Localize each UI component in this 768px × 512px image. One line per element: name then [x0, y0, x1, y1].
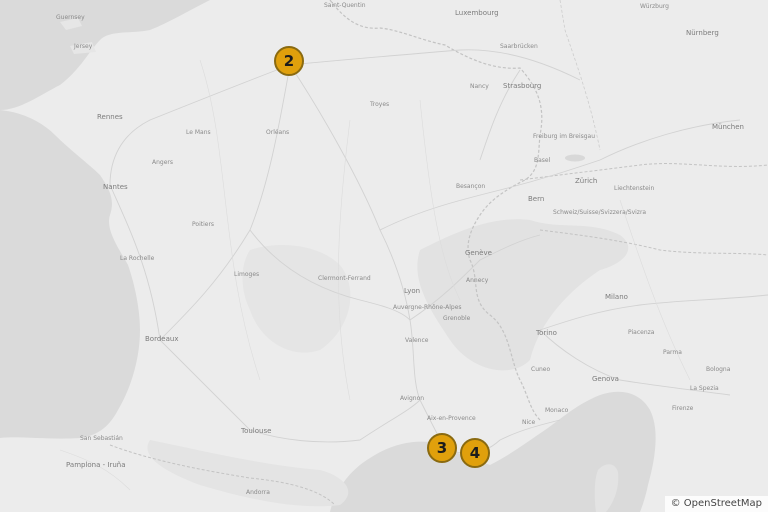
place-label: Angers — [152, 159, 173, 166]
place-label: Guernsey — [56, 14, 85, 21]
place-label: Andorra — [246, 489, 270, 496]
place-label: San Sebastián — [80, 435, 123, 442]
place-label: Saarbrücken — [500, 43, 538, 50]
place-label: Bologna — [706, 366, 731, 373]
place-label: Parma — [663, 349, 682, 356]
place-label: Nancy — [470, 83, 489, 90]
place-label: Basel — [534, 157, 551, 164]
place-label: Nantes — [103, 183, 128, 191]
place-label: Zürich — [575, 177, 598, 185]
marker-count: 4 — [469, 444, 481, 462]
place-label: Orléans — [266, 129, 290, 136]
region-label: Auvergne-Rhône-Alpes — [393, 304, 462, 311]
place-label: Firenze — [672, 405, 694, 412]
place-label: Würzburg — [640, 3, 669, 10]
place-label: Grenoble — [443, 315, 471, 322]
place-label: Strasbourg — [503, 82, 542, 90]
place-label: Troyes — [370, 101, 390, 108]
place-label: Saint-Quentin — [324, 2, 366, 9]
place-label: Clermont-Ferrand — [318, 275, 371, 282]
place-label: Lyon — [404, 287, 421, 295]
place-label: La Rochelle — [120, 255, 155, 262]
place-label: Pamplona - Iruña — [66, 461, 126, 469]
place-label: Aix-en-Provence — [427, 415, 476, 422]
place-label: Luxembourg — [455, 9, 499, 17]
place-label: Bern — [528, 195, 545, 203]
place-label: Liechtenstein — [614, 185, 655, 192]
place-label: Le Mans — [186, 129, 211, 136]
place-label: Cuneo — [531, 366, 551, 373]
marker-count: 2 — [283, 52, 295, 70]
map-attribution[interactable]: © OpenStreetMap — [664, 496, 768, 512]
map-marker-cluster[interactable]: 2 — [274, 46, 304, 76]
place-label: Schweiz/Suisse/Svizzera/Svizra — [553, 209, 647, 216]
place-label: Avignon — [400, 395, 425, 402]
place-label: Jersey — [74, 43, 93, 50]
place-label: Monaco — [545, 407, 569, 414]
map-marker-cluster[interactable]: 4 — [460, 438, 490, 468]
place-label: Nürnberg — [686, 29, 719, 37]
place-label: Milano — [605, 293, 628, 301]
place-label: Rennes — [97, 113, 123, 121]
place-label: München — [712, 123, 744, 131]
place-label: Bordeaux — [145, 335, 179, 343]
attribution-text: © OpenStreetMap — [670, 498, 762, 509]
place-label: La Spezia — [690, 385, 719, 392]
marker-count: 3 — [436, 439, 448, 457]
place-label: Genova — [592, 375, 619, 383]
place-label: Genève — [465, 249, 492, 257]
map-view[interactable]: Guernsey Jersey Rennes Nantes Le Mans An… — [0, 0, 768, 512]
place-label: Valence — [405, 337, 429, 344]
place-label: Poitiers — [192, 221, 215, 228]
map-marker-cluster[interactable]: 3 — [427, 433, 457, 463]
place-label: Nice — [522, 419, 536, 426]
place-label: Torino — [536, 329, 557, 337]
place-label: Freiburg im Breisgau — [533, 133, 596, 140]
place-label: Piacenza — [628, 329, 655, 336]
place-label: Annecy — [466, 277, 489, 284]
place-label: Besançon — [456, 183, 486, 190]
place-label: Toulouse — [241, 427, 272, 435]
place-label: Limoges — [234, 271, 260, 278]
